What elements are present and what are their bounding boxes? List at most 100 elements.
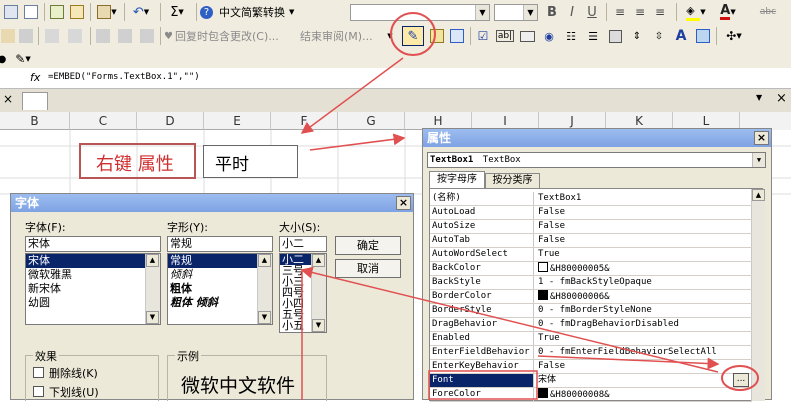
column-header[interactable]: F [271, 112, 338, 130]
chinese-convert-button[interactable]: ? 中文简繁转换 ▼ [200, 3, 336, 21]
font-name-input[interactable]: 宋体 [25, 236, 161, 252]
chevron-up-icon[interactable]: ▲ [146, 254, 159, 267]
command-button-control-icon[interactable] [518, 27, 536, 45]
list-item[interactable]: 幼圆 [26, 296, 160, 310]
print-preview-icon[interactable] [22, 3, 40, 21]
property-grid-scrollbar[interactable]: ▲ [751, 189, 765, 401]
italic-button[interactable]: I [564, 3, 580, 21]
property-row[interactable]: AutoLoad False [430, 206, 752, 220]
column-header[interactable]: C [70, 112, 137, 130]
design-mode-button[interactable]: ✎ [402, 26, 424, 46]
font-name-list[interactable]: 宋体 微软雅黑 新宋体 幼圆 ▲ ▼ [25, 253, 161, 325]
scrollbar-control-icon[interactable]: ⇳ [650, 27, 668, 45]
end-review-button[interactable]: 结束审阅(M)... [300, 27, 384, 45]
close-icon[interactable]: × [776, 91, 787, 106]
chevron-up-icon[interactable]: ▲ [312, 254, 325, 267]
property-value[interactable]: 宋体 [536, 374, 752, 387]
font-size-input[interactable]: 小二 [279, 236, 327, 252]
underline-checkbox[interactable] [33, 386, 44, 397]
strikethrough-button[interactable]: abc [748, 3, 788, 21]
workbook-tab[interactable] [22, 92, 48, 110]
research-icon[interactable] [68, 3, 86, 21]
property-row[interactable]: EnterKeyBehavior False [430, 360, 752, 374]
view-code-icon[interactable] [448, 27, 466, 45]
chevron-up-icon[interactable]: ▲ [258, 254, 271, 267]
track-changes-icon[interactable] [42, 27, 62, 45]
column-header[interactable]: G [338, 112, 405, 130]
chevron-up-icon[interactable]: ▲ [752, 189, 765, 201]
column-header[interactable]: B [0, 112, 70, 130]
toolbar-options-icon[interactable]: ▼ [386, 27, 394, 45]
column-header[interactable]: D [137, 112, 204, 130]
font-ellipsis-button[interactable]: ... [733, 373, 749, 387]
property-value[interactable]: True [536, 248, 752, 261]
property-row[interactable]: AutoWordSelect True [430, 248, 752, 262]
fill-color-icon[interactable]: ◈ ▼ [682, 3, 710, 21]
reply-with-changes-button[interactable]: ♥ 回复时包含更改(C)... [164, 27, 294, 45]
chevron-down-icon[interactable]: ▼ [312, 319, 325, 332]
font-color-icon[interactable]: A ▼ [714, 3, 742, 21]
font-name-combo[interactable]: ▼ [350, 4, 490, 21]
protect-icon[interactable] [94, 27, 112, 45]
strikeout-checkbox[interactable] [33, 367, 44, 378]
column-header[interactable]: E [204, 112, 271, 130]
property-value[interactable]: False [536, 234, 752, 247]
property-value[interactable]: &H80000008& [536, 388, 752, 401]
object-selector-combo[interactable]: TextBox1 TextBox ▼ [427, 152, 766, 168]
property-value[interactable]: 0 - fmEnterFieldBehaviorSelectAll [536, 346, 752, 359]
property-value[interactable]: 0 - fmBorderStyleNone [536, 304, 752, 317]
close-icon[interactable]: × [396, 196, 411, 210]
autosum-icon[interactable]: Σ ▼ [164, 3, 190, 21]
spellcheck-icon[interactable] [48, 3, 66, 21]
edit-note-icon[interactable]: ✎ ▼ [10, 50, 36, 68]
align-right-icon[interactable]: ≡ [652, 3, 668, 21]
property-value[interactable]: 0 - fmDragBehaviorDisabled [536, 318, 752, 331]
property-row[interactable]: BackStyle 1 - fmBackStyleOpaque [430, 276, 752, 290]
property-value[interactable]: False [536, 206, 752, 219]
chevron-down-icon[interactable]: ▼ [258, 311, 271, 324]
underline-button[interactable]: U [584, 3, 600, 21]
property-row[interactable]: AutoSize False [430, 220, 752, 234]
property-row-font[interactable]: Font 宋体 [430, 374, 752, 388]
picture-icon[interactable] [18, 27, 34, 45]
formula-input[interactable]: =EMBED("Forms.TextBox.1","") [48, 72, 200, 82]
property-value[interactable]: False [536, 220, 752, 233]
font-list-scrollbar[interactable]: ▲ ▼ [145, 254, 160, 324]
tab-categorized[interactable]: 按分类序 [485, 173, 540, 188]
fx-icon[interactable]: fx [30, 71, 40, 84]
property-row[interactable]: BorderColor &H80000006& [430, 290, 752, 304]
font-size-combo[interactable]: ▼ [494, 4, 538, 21]
option-button-control-icon[interactable]: ◉ [540, 27, 558, 45]
paste-dropdown-icon[interactable]: ▼ [94, 3, 120, 21]
property-value[interactable]: &H80000005& [536, 262, 752, 275]
property-value[interactable]: False [536, 360, 752, 373]
listbox-control-icon[interactable]: ☷ [562, 27, 580, 45]
property-row[interactable]: EnterFieldBehavior 0 - fmEnterFieldBehavi… [430, 346, 752, 360]
font-size-list[interactable]: 小二 三号 小三 四号 小四 五号 小五 ▲ ▼ [279, 253, 327, 333]
list-item[interactable]: 微软雅黑 [26, 268, 160, 282]
circle-icon[interactable]: ● [0, 50, 8, 68]
tab-alphabetic[interactable]: 按字母序 [429, 171, 485, 188]
toggle-button-control-icon[interactable] [606, 27, 624, 45]
cancel-button[interactable]: 取消 [335, 259, 401, 278]
checkbox-control-icon[interactable]: ☑ [474, 27, 492, 45]
comment-icon[interactable] [66, 27, 84, 45]
property-value[interactable]: 1 - fmBackStyleOpaque [536, 276, 752, 289]
chevron-down-icon[interactable]: ▼ [475, 5, 489, 20]
chevron-down-icon[interactable]: ▼ [752, 153, 765, 167]
align-center-icon[interactable]: ≡ [632, 3, 648, 21]
list-item[interactable]: 新宋体 [26, 282, 160, 296]
property-value[interactable]: &H80000006& [536, 290, 752, 303]
bold-button[interactable]: B [544, 3, 560, 21]
property-value[interactable]: True [536, 332, 752, 345]
sheet-textbox[interactable]: 平时 [203, 145, 298, 178]
compare-icon[interactable] [138, 27, 156, 45]
property-row[interactable]: BackColor &H80000005& [430, 262, 752, 276]
spin-button-control-icon[interactable]: ⇕ [628, 27, 646, 45]
image-control-icon[interactable] [694, 27, 712, 45]
chevron-down-icon[interactable]: ▼ [756, 93, 762, 102]
textbox-control-icon[interactable]: ab| [495, 27, 515, 45]
property-row[interactable]: BorderStyle 0 - fmBorderStyleNone [430, 304, 752, 318]
align-left-icon[interactable]: ≡ [612, 3, 628, 21]
property-row[interactable]: Enabled True [430, 332, 752, 346]
